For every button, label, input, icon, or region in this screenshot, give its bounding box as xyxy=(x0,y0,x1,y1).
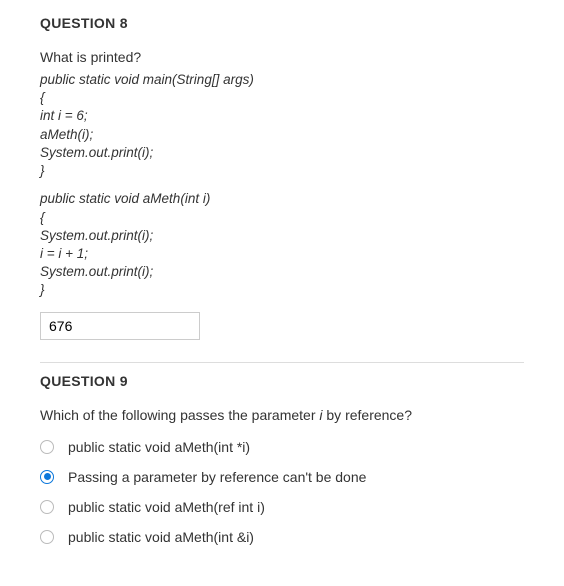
radio-icon[interactable] xyxy=(40,530,54,544)
question-9: QUESTION 9 Which of the following passes… xyxy=(20,363,544,581)
question-9-prompt: Which of the following passes the parame… xyxy=(40,407,524,423)
question-9-option-3[interactable]: public static void aMeth(int &i) xyxy=(40,529,524,545)
radio-icon[interactable] xyxy=(40,470,54,484)
question-8-title: QUESTION 8 xyxy=(40,15,524,31)
question-9-option-1[interactable]: Passing a parameter by reference can't b… xyxy=(40,469,524,485)
question-8-code-block-1: public static void main(String[] args) {… xyxy=(40,71,524,180)
option-label: public static void aMeth(ref int i) xyxy=(68,499,265,515)
question-8: QUESTION 8 What is printed? public stati… xyxy=(20,5,544,362)
question-8-answer-input[interactable] xyxy=(40,312,200,340)
question-9-title: QUESTION 9 xyxy=(40,373,524,389)
option-label: Passing a parameter by reference can't b… xyxy=(68,469,366,485)
question-9-prompt-post: by reference? xyxy=(323,407,413,423)
radio-icon[interactable] xyxy=(40,500,54,514)
question-8-prompt: What is printed? xyxy=(40,49,524,65)
option-label: public static void aMeth(int *i) xyxy=(68,439,250,455)
question-9-prompt-pre: Which of the following passes the parame… xyxy=(40,407,319,423)
question-8-code-block-2: public static void aMeth(int i) { System… xyxy=(40,190,524,299)
option-label: public static void aMeth(int &i) xyxy=(68,529,254,545)
radio-icon[interactable] xyxy=(40,440,54,454)
question-9-option-0[interactable]: public static void aMeth(int *i) xyxy=(40,439,524,455)
question-9-options: public static void aMeth(int *i) Passing … xyxy=(40,439,524,545)
question-9-option-2[interactable]: public static void aMeth(ref int i) xyxy=(40,499,524,515)
